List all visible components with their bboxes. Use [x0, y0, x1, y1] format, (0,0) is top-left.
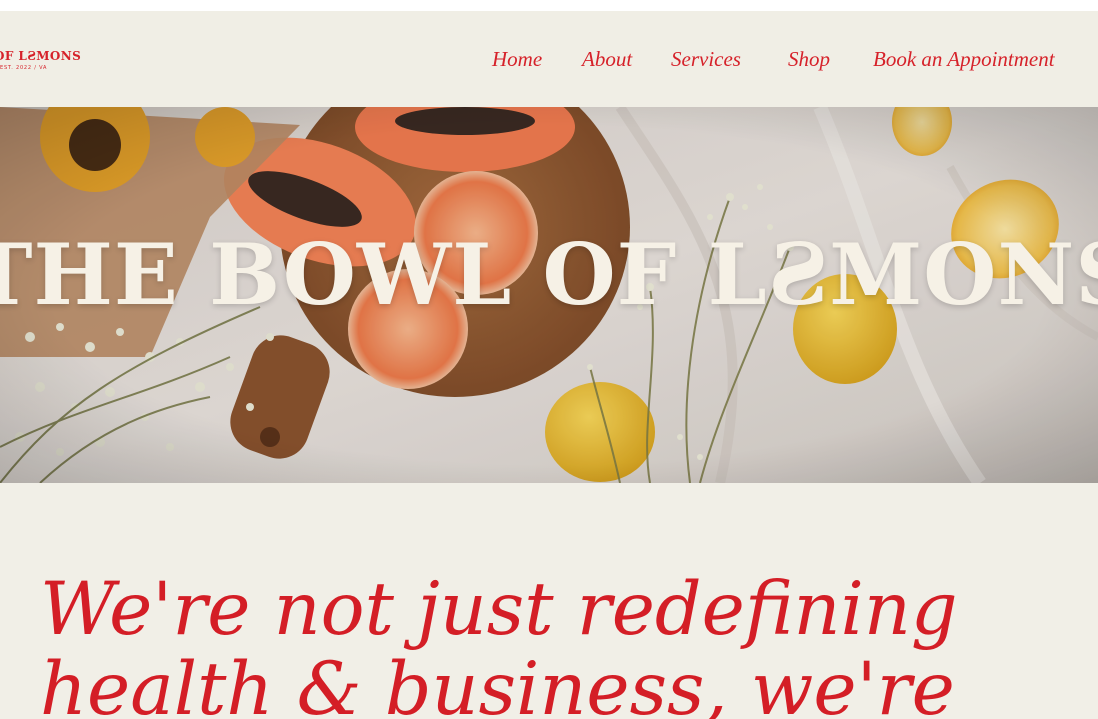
site-header: OF LƧMONS EST. 2022 / VA Home About Serv… [0, 11, 1098, 107]
intro-line-1: We're not just redefining [40, 567, 958, 652]
nav-about[interactable]: About [582, 47, 632, 72]
page: OF LƧMONS EST. 2022 / VA Home About Serv… [0, 0, 1098, 719]
main-nav: Home About Services Shop Book an Appoint… [0, 47, 1098, 73]
hero-title: THE BOWL OF LƧMONS [0, 225, 1098, 324]
intro-headline: We're not just redefining health & busin… [40, 570, 1080, 719]
nav-book-appointment[interactable]: Book an Appointment [873, 47, 1055, 72]
browser-top-strip [0, 0, 1098, 11]
intro-line-2: health & business, we're [40, 647, 955, 719]
nav-home[interactable]: Home [492, 47, 542, 72]
hero-banner: THE BOWL OF LƧMONS [0, 107, 1098, 483]
nav-shop[interactable]: Shop [788, 47, 830, 72]
nav-services[interactable]: Services [671, 47, 741, 72]
